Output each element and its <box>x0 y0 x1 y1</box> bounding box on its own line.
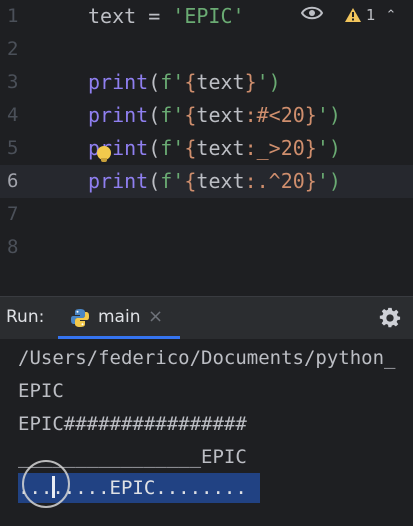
code-text: print(f'{text:.^20}') <box>88 169 341 193</box>
line-number: 7 <box>7 203 19 225</box>
console-line: EPIC################ <box>18 413 247 435</box>
line-number: 8 <box>7 236 19 258</box>
chevron-up-icon[interactable]: ⌃ <box>386 8 397 23</box>
code-line[interactable]: 5 print(f'{text:_>20}') <box>0 132 413 165</box>
code-text: text = 'EPIC' <box>88 4 245 28</box>
code-editor[interactable]: 1 text = 'EPIC' 2 3 print(f'{text}') 4 p… <box>0 0 413 270</box>
line-number: 4 <box>7 104 19 126</box>
console-line: EPIC <box>18 380 64 402</box>
tab-main[interactable]: main × <box>58 297 180 339</box>
code-text: print(f'{text:#<20}') <box>88 103 341 127</box>
code-line[interactable]: 8 <box>0 231 413 264</box>
tab-label: main <box>98 307 141 327</box>
inspection-widget[interactable]: 1 ⌃ <box>344 3 396 27</box>
text-cursor-icon <box>52 476 55 498</box>
code-line[interactable]: 3 print(f'{text}') <box>0 66 413 99</box>
line-number: 2 <box>7 38 19 60</box>
lightbulb-icon[interactable] <box>97 146 111 162</box>
code-line-current[interactable]: 6 print(f'{text:.^20}') <box>0 165 413 198</box>
line-number: 6 <box>7 170 19 192</box>
mouse-cursor-highlight <box>22 460 70 508</box>
line-number: 1 <box>7 5 19 27</box>
code-line[interactable]: 2 <box>0 33 413 66</box>
gear-icon[interactable] <box>379 307 401 329</box>
code-text: print(f'{text}') <box>88 70 281 94</box>
run-label: Run: <box>6 307 45 327</box>
eye-icon[interactable] <box>301 5 323 21</box>
run-toolwindow-header: Run: main × <box>0 296 413 339</box>
line-number: 5 <box>7 137 19 159</box>
code-line[interactable]: 4 print(f'{text:#<20}') <box>0 99 413 132</box>
python-icon <box>71 309 89 327</box>
warning-icon <box>345 8 361 22</box>
warning-count: 1 <box>366 6 376 24</box>
close-icon[interactable]: × <box>148 306 163 327</box>
code-line[interactable]: 7 <box>0 198 413 231</box>
line-number: 3 <box>7 71 19 93</box>
code-text: print(f'{text:_>20}') <box>88 136 341 160</box>
console-line: /Users/federico/Documents/python_ <box>18 347 396 369</box>
